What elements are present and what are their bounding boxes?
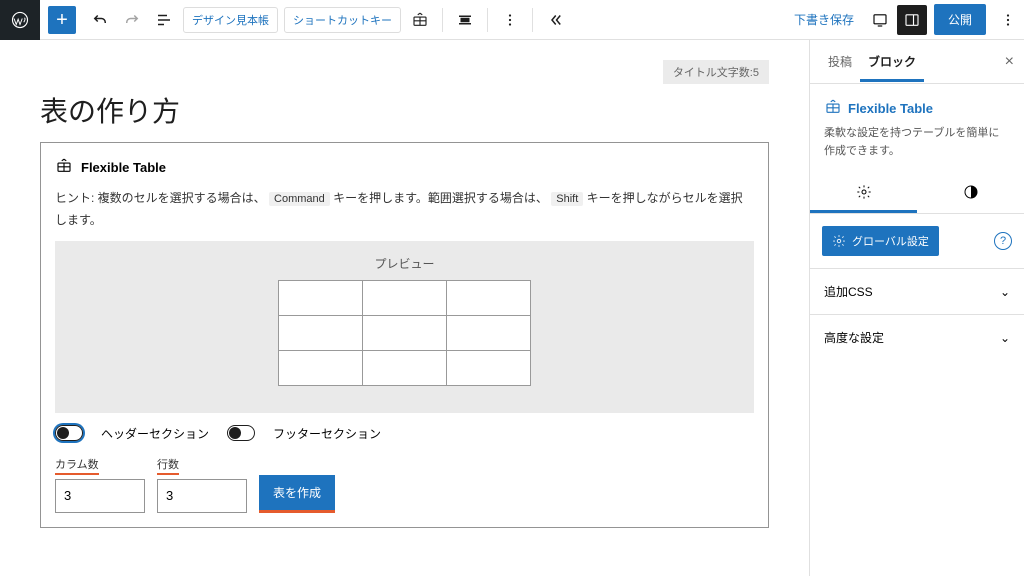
columns-label: カラム数 [55, 456, 99, 475]
preview-area: プレビュー [55, 241, 754, 413]
preview-label: プレビュー [55, 255, 754, 272]
hint-text: ヒント: 複数のセルを選択する場合は、 Command キーを押します。範囲選択… [55, 188, 754, 231]
outline-button[interactable] [150, 6, 178, 34]
collapse-button[interactable] [541, 6, 569, 34]
shortcut-button[interactable]: ショートカットキー [284, 7, 401, 33]
footer-section-toggle[interactable] [227, 425, 255, 441]
publish-button[interactable]: 公開 [934, 4, 986, 35]
help-button[interactable]: ? [994, 232, 1012, 250]
preview-grid [279, 280, 531, 385]
columns-input[interactable] [55, 479, 145, 513]
title-count-badge: タイトル文字数:5 [663, 60, 769, 84]
sidebar-block-name: Flexible Table [848, 101, 933, 116]
wp-logo[interactable] [0, 0, 40, 40]
rows-label: 行数 [157, 456, 179, 475]
tab-block[interactable]: ブロック [860, 41, 924, 82]
chevron-down-icon: ⌄ [1000, 331, 1010, 345]
header-section-toggle[interactable] [55, 425, 83, 441]
more-options-button[interactable] [496, 6, 524, 34]
sidebar-block-desc: 柔軟な設定を持つテーブルを簡単に作成できます。 [824, 125, 1010, 160]
create-table-button[interactable]: 表を作成 [259, 475, 335, 513]
tab-post[interactable]: 投稿 [820, 41, 860, 82]
redo-button[interactable] [118, 6, 146, 34]
undo-button[interactable] [86, 6, 114, 34]
subtab-settings[interactable] [810, 174, 917, 213]
global-settings-button[interactable]: グローバル設定 [822, 226, 939, 256]
footer-section-label: フッターセクション [273, 425, 381, 442]
add-block-button[interactable]: + [48, 6, 76, 34]
align-button[interactable] [451, 6, 479, 34]
page-title[interactable]: 表の作り方 [40, 90, 769, 130]
design-sample-button[interactable]: デザイン見本帳 [183, 7, 278, 33]
save-draft-button[interactable]: 下書き保存 [794, 11, 854, 28]
kbd-shift: Shift [551, 192, 583, 206]
subtab-styles[interactable] [917, 174, 1024, 213]
table-icon[interactable] [406, 6, 434, 34]
table-icon [824, 98, 842, 119]
close-sidebar-button[interactable]: × [1005, 53, 1014, 71]
chevron-down-icon: ⌄ [1000, 285, 1010, 299]
settings-toggle-button[interactable] [897, 5, 927, 35]
kbd-command: Command [269, 192, 330, 206]
flexible-table-block[interactable]: Flexible Table ヒント: 複数のセルを選択する場合は、 Comma… [40, 142, 769, 528]
block-title: Flexible Table [81, 160, 166, 175]
desktop-view-button[interactable] [865, 5, 895, 35]
panel-advanced[interactable]: 高度な設定 ⌄ [810, 314, 1024, 360]
table-icon [55, 157, 73, 178]
options-menu-button[interactable] [994, 6, 1022, 34]
rows-input[interactable] [157, 479, 247, 513]
panel-additional-css[interactable]: 追加CSS ⌄ [810, 268, 1024, 314]
header-section-label: ヘッダーセクション [101, 425, 209, 442]
